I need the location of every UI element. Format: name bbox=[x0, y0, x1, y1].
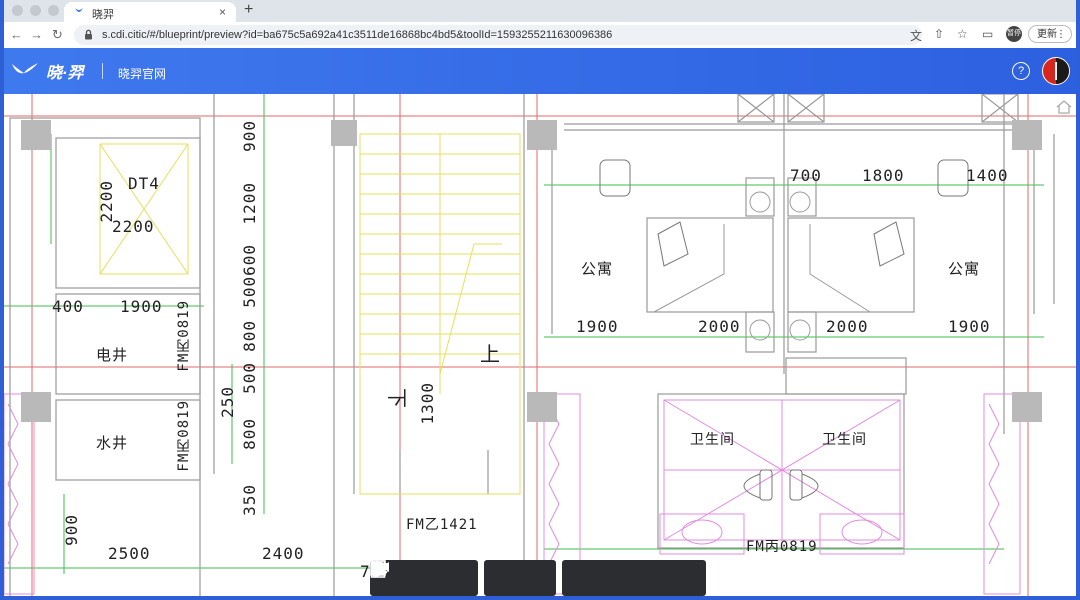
reload-icon[interactable]: ↻ bbox=[52, 27, 63, 43]
bathroom-right-label: 卫生间 bbox=[822, 432, 867, 448]
elevator-label: DT4 bbox=[128, 174, 160, 193]
tab-strip: 晓羿 × + bbox=[4, 0, 1076, 22]
update-label: 更新 bbox=[1037, 29, 1057, 40]
viewer-toolbar bbox=[370, 560, 706, 596]
layers-icon[interactable] bbox=[372, 560, 634, 596]
dim-2400: 2400 bbox=[262, 544, 305, 563]
measure-ruler-icon[interactable] bbox=[372, 560, 556, 596]
stair-up-label: 上 bbox=[480, 342, 501, 366]
forward-icon[interactable]: → bbox=[30, 27, 43, 42]
tab-favicon-icon bbox=[74, 7, 84, 19]
dim-2000-right: 2000 bbox=[826, 317, 869, 336]
user-avatar[interactable] bbox=[1042, 57, 1070, 85]
logo-bird-icon bbox=[12, 63, 38, 74]
dim-800-upper: 800 bbox=[240, 320, 259, 352]
share-icon[interactable]: ⇧ bbox=[934, 27, 944, 41]
fullscreen-icon[interactable] bbox=[370, 560, 706, 596]
window-controls[interactable] bbox=[12, 5, 59, 16]
dim-800-lower: 800 bbox=[240, 418, 259, 450]
water-shaft-label: 水井 bbox=[96, 434, 129, 452]
dim-400: 400 bbox=[52, 297, 84, 316]
door-fm1421: FM乙1421 bbox=[406, 517, 478, 533]
dim-2200-horizontal: 2200 bbox=[112, 217, 155, 236]
door-fm0819-lower: FM丙0819 bbox=[176, 400, 192, 472]
camera-icon[interactable] bbox=[371, 560, 478, 596]
dim-1900-right: 1900 bbox=[948, 317, 991, 336]
dim-500600: 500600 bbox=[240, 244, 259, 308]
dim-1800: 1800 bbox=[862, 166, 905, 185]
address-bar: ← → ↻ s.cdi.citic/#/blueprint/preview?id… bbox=[4, 22, 1076, 49]
url-text: s.cdi.citic/#/blueprint/preview?id=ba675… bbox=[102, 29, 613, 41]
back-icon[interactable]: ← bbox=[10, 27, 23, 42]
header-divider bbox=[102, 63, 103, 79]
electric-shaft-label: 电井 bbox=[96, 346, 129, 364]
bathroom-left-label: 卫生间 bbox=[690, 432, 735, 448]
update-button[interactable]: 更新 ⋮ bbox=[1028, 25, 1072, 43]
apartment-right-label: 公寓 bbox=[948, 260, 981, 278]
help-icon[interactable]: ? bbox=[1012, 62, 1030, 80]
toolbar-group-view bbox=[370, 560, 706, 596]
app-logo[interactable]: 晓·羿 bbox=[10, 59, 83, 83]
lock-icon bbox=[84, 29, 93, 43]
logo-text: 晓·羿 bbox=[46, 65, 84, 82]
door-fm0819-upper: FM丙0819 bbox=[176, 300, 192, 372]
dim-1300: 1300 bbox=[418, 382, 437, 425]
dim-700: 700 bbox=[790, 166, 822, 185]
browser-window: 晓羿 × + ← → ↻ s.cdi.citic/#/blueprint/pre… bbox=[4, 0, 1076, 596]
profile-avatar[interactable]: 暂停 bbox=[1006, 26, 1022, 42]
dim-1400-top: 1400 bbox=[966, 166, 1009, 185]
tab-title: 晓羿 bbox=[92, 9, 114, 21]
dim-900-bottom: 900 bbox=[62, 514, 81, 546]
door-fm0819-bath: FM丙0819 bbox=[746, 539, 818, 555]
next-chevron-icon[interactable] bbox=[371, 560, 520, 596]
floor-plan-drawing bbox=[4, 94, 1076, 596]
active-tab[interactable]: 晓羿 × bbox=[64, 2, 236, 22]
sidebar-panel-icon[interactable]: ▭ bbox=[982, 27, 993, 41]
dim-1900-left: 1900 bbox=[120, 297, 163, 316]
app-header: 晓·羿 晓羿官网 ? bbox=[4, 48, 1076, 94]
menu-dots-icon[interactable]: ⋮ bbox=[1056, 26, 1066, 44]
translate-icon[interactable]: 文 bbox=[910, 27, 922, 44]
toolbar-group-tools bbox=[371, 560, 556, 596]
blueprint-canvas[interactable]: DT4 2200 2200 400 1900 电井 水井 FM丙0819 FM丙… bbox=[4, 94, 1076, 596]
bookmark-star-icon[interactable]: ☆ bbox=[957, 27, 968, 41]
dim-500: 500 bbox=[240, 362, 259, 394]
dim-1200: 1200 bbox=[240, 182, 259, 225]
dim-250: 250 bbox=[218, 386, 237, 418]
dim-1900-mid: 1900 bbox=[576, 317, 619, 336]
dim-2500: 2500 bbox=[108, 544, 151, 563]
official-site-link[interactable]: 晓羿官网 bbox=[118, 65, 166, 82]
dim-2000-left: 2000 bbox=[698, 317, 741, 336]
apartment-left-label: 公寓 bbox=[581, 260, 614, 278]
move-vertical-icon[interactable] bbox=[371, 560, 442, 596]
tab-close-icon[interactable]: × bbox=[219, 5, 226, 19]
url-field[interactable]: s.cdi.citic/#/blueprint/preview?id=ba675… bbox=[74, 25, 922, 45]
settings-gear-icon[interactable] bbox=[372, 560, 598, 596]
properties-panel-icon[interactable] bbox=[370, 560, 670, 596]
new-tab-button[interactable]: + bbox=[244, 1, 253, 19]
dim-900-top: 900 bbox=[240, 120, 259, 152]
dim-350: 350 bbox=[240, 484, 259, 516]
stair-down-label: 下 bbox=[385, 388, 409, 409]
